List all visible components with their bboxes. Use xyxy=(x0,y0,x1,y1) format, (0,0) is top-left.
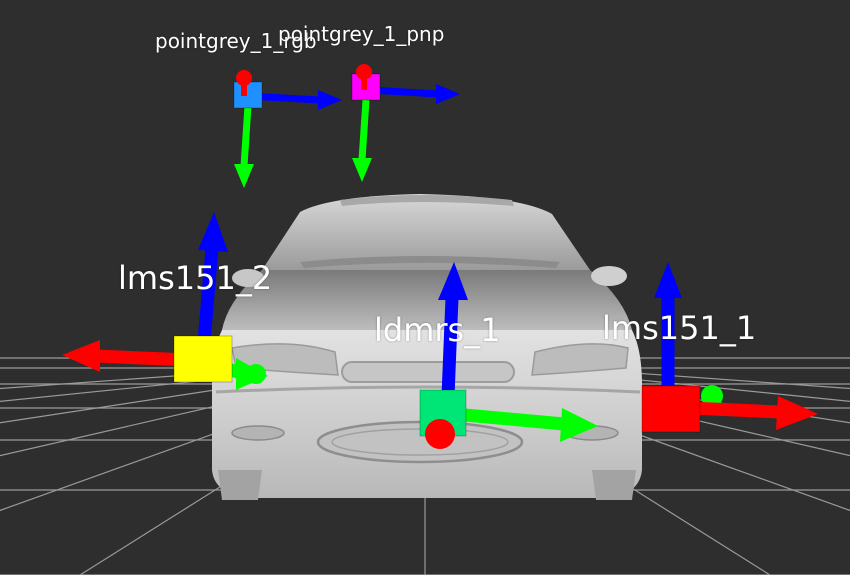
rviz-3d-viewport[interactable]: pointgrey_1_rgb pointgrey_1_pnp lms151_2… xyxy=(0,0,850,575)
frame-pointgrey-1-pnp[interactable] xyxy=(351,64,460,182)
frame-label-lms151-2: lms151_2 xyxy=(118,259,273,297)
frame-lms151-1[interactable] xyxy=(641,262,818,433)
frame-label-pointgrey-1-pnp: pointgrey_1_pnp xyxy=(278,22,445,46)
frame-label-ldmrs-1: ldmrs_1 xyxy=(374,311,501,349)
frame-label-lms151-1: lms151_1 xyxy=(602,309,757,347)
frame-pointgrey-1-rgb[interactable] xyxy=(233,70,342,188)
